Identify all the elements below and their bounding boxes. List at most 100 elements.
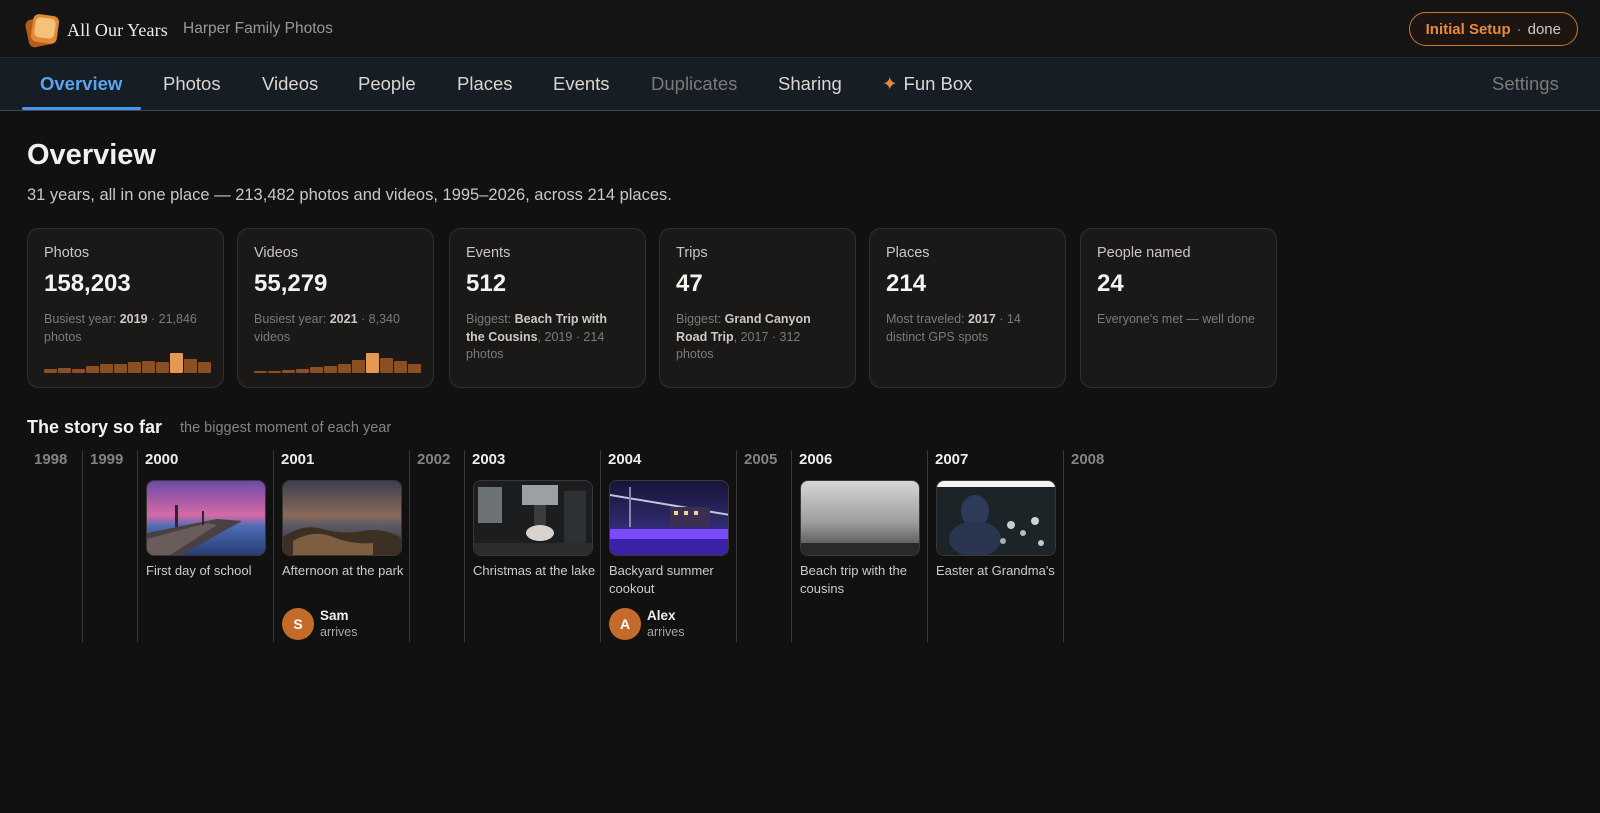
stat-card-photos[interactable]: Photos 158,203 Busiest year: 2019 · 21,8…	[27, 228, 224, 388]
tab-fun-box[interactable]: ✦ Fun Box	[882, 73, 972, 95]
stat-note: Most traveled: 2017 · 14 distinct GPS sp…	[886, 312, 1021, 344]
rocky-shore-dusk-image	[283, 481, 401, 555]
avatar: S	[282, 608, 314, 640]
year-column[interactable]: 2004 Backyard summer cookout A Alex arri…	[600, 450, 736, 642]
moment-photo[interactable]	[800, 480, 920, 556]
stat-card-events[interactable]: Events 512 Biggest: Beach Trip with the …	[449, 228, 646, 388]
year-column: 2005	[736, 450, 791, 642]
tab-videos[interactable]: Videos	[262, 73, 318, 95]
year-column: 2008	[1063, 450, 1118, 642]
sparkline-bar	[296, 369, 309, 373]
initial-setup-button[interactable]: Initial Setup · done	[1408, 12, 1578, 46]
stat-value: 47	[676, 270, 703, 297]
year-label: 2004	[608, 451, 642, 468]
person-arrival[interactable]: S Sam arrives	[282, 608, 358, 640]
sparkle-icon: ✦	[882, 73, 898, 94]
tab-photos[interactable]: Photos	[163, 73, 221, 95]
tab-people[interactable]: People	[358, 73, 416, 95]
year-column[interactable]: 2007 Easter at Grandma's	[927, 450, 1063, 642]
sparkline-bar	[394, 361, 407, 373]
tab-settings[interactable]: Settings	[1492, 73, 1559, 95]
year-column[interactable]: 2006 Beach trip with the cousins	[791, 450, 927, 642]
tab-duplicates[interactable]: Duplicates	[651, 73, 737, 95]
moment-photo[interactable]	[936, 480, 1056, 556]
stat-note: Busiest year: 2021 · 8,340 videos	[254, 312, 400, 344]
hooded-figure-flowers-image	[937, 481, 1055, 555]
moment-caption: First day of school	[146, 563, 252, 578]
tab-fun-box-label: Fun Box	[903, 73, 973, 94]
moment-caption: Beach trip with the cousins	[800, 563, 907, 596]
coffee-machine-image	[474, 481, 592, 555]
sparkline-bar	[72, 369, 85, 373]
app-name[interactable]: All Our Years	[67, 20, 168, 41]
main-nav: Overview Photos Videos People Places Eve…	[0, 58, 1600, 111]
story-subtitle: the biggest moment of each year	[180, 420, 392, 436]
moment-photo[interactable]	[609, 480, 729, 556]
year-column[interactable]: 2001 Afternoon at the park S Sam arrives	[273, 450, 409, 642]
active-tab-indicator	[22, 107, 141, 110]
page-title: Overview	[27, 139, 156, 171]
person-name: Alex	[647, 608, 676, 623]
moment-caption: Afternoon at the park	[282, 563, 404, 578]
sparkline-bar	[352, 360, 365, 373]
stat-label: Photos	[44, 245, 90, 261]
moment-photo[interactable]	[282, 480, 402, 556]
sparkline-bar	[128, 362, 141, 373]
person-arrival[interactable]: A Alex arrives	[609, 608, 685, 640]
moment-photo[interactable]	[146, 480, 266, 556]
sparkline-bar	[58, 368, 71, 373]
sparkline-bar	[254, 371, 267, 373]
year-label: 2002	[417, 451, 451, 468]
stat-value: 214	[886, 270, 927, 297]
stat-label: Trips	[676, 245, 708, 261]
sparkline-bar	[44, 369, 57, 373]
tab-sharing[interactable]: Sharing	[778, 73, 842, 95]
stat-card-videos[interactable]: Videos 55,279 Busiest year: 2021 · 8,340…	[237, 228, 434, 388]
year-label: 2000	[145, 451, 179, 468]
moment-caption: Easter at Grandma's	[936, 563, 1055, 578]
foggy-field-image	[801, 481, 919, 555]
stat-value: 158,203	[44, 270, 131, 297]
story-title: The story so far	[27, 417, 163, 437]
stat-card-places[interactable]: Places 214 Most traveled: 2017 · 14 dist…	[869, 228, 1066, 388]
sparkline-bar	[170, 353, 183, 373]
sparkline-bar	[282, 370, 295, 373]
sparkline-bar	[198, 362, 211, 373]
sparkline-bar	[380, 358, 393, 373]
moment-photo[interactable]	[473, 480, 593, 556]
stat-note: Biggest: Beach Trip with the Cousins, 20…	[466, 312, 608, 361]
year-label: 2006	[799, 451, 833, 468]
year-label: 2007	[935, 451, 969, 468]
sparkline-bar	[366, 353, 379, 373]
bridge-night-image	[610, 481, 728, 555]
arrival-text: arrives	[320, 625, 358, 639]
year-label: 1999	[90, 451, 124, 468]
stat-note: Everyone's met — well done	[1097, 312, 1256, 326]
stat-value: 55,279	[254, 270, 328, 297]
year-column: 1998	[27, 450, 82, 642]
year-label: 2005	[744, 451, 778, 468]
setup-label: Initial Setup	[1425, 20, 1511, 38]
moment-caption: Christmas at the lake	[473, 563, 596, 578]
year-column[interactable]: 2000 First day of school	[137, 450, 273, 642]
tab-events[interactable]: Events	[553, 73, 610, 95]
stat-label: People named	[1097, 245, 1191, 261]
sparkline-bar	[86, 366, 99, 373]
sparkline-bar	[100, 364, 113, 373]
tab-overview[interactable]: Overview	[40, 73, 122, 95]
year-label: 2008	[1071, 451, 1105, 468]
year-column[interactable]: 2003 Christmas at the lake	[464, 450, 600, 642]
stat-card-people[interactable]: People named 24 Everyone's met — well do…	[1080, 228, 1277, 388]
tab-places[interactable]: Places	[457, 73, 513, 95]
top-bar: All Our Years Harper Family Photos Initi…	[0, 0, 1600, 58]
avatar: A	[609, 608, 641, 640]
year-label: 1998	[34, 451, 68, 468]
app-logo-icon[interactable]	[22, 9, 64, 51]
library-name: Harper Family Photos	[183, 20, 333, 37]
sparkline-bar	[324, 366, 337, 373]
year-column: 2002	[409, 450, 464, 642]
setup-separator: ·	[1516, 20, 1522, 38]
stat-card-trips[interactable]: Trips 47 Biggest: Grand Canyon Road Trip…	[659, 228, 856, 388]
person-name: Sam	[320, 608, 349, 623]
stat-value: 512	[466, 270, 507, 297]
